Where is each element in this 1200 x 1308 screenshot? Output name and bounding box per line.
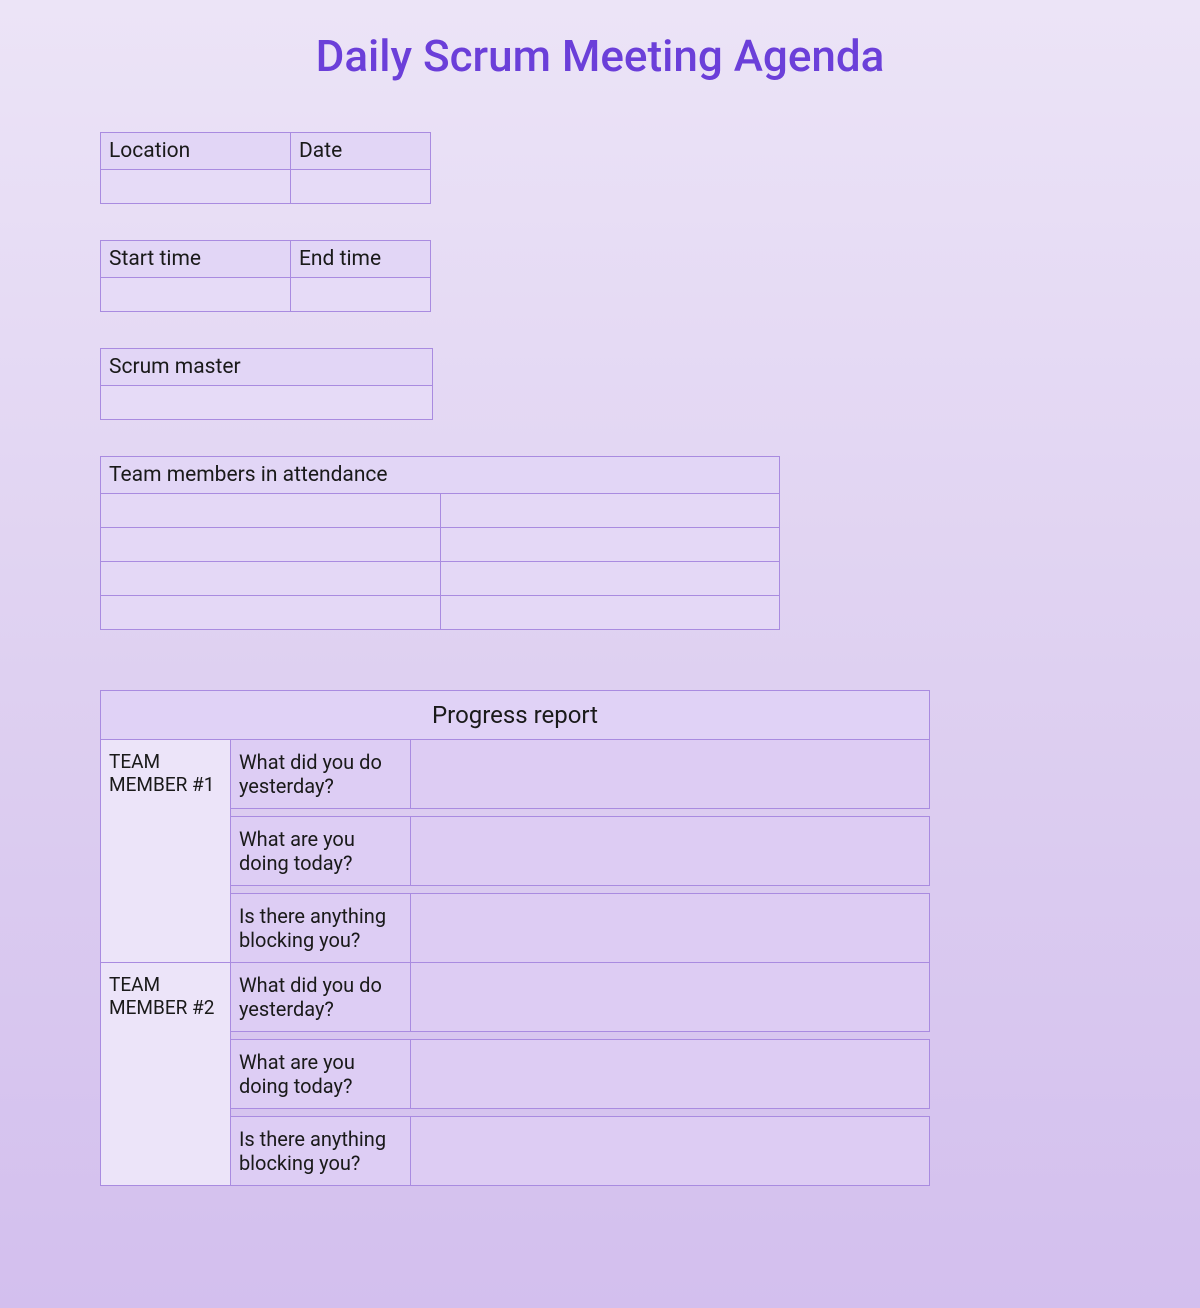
date-label: Date	[291, 133, 431, 170]
progress-question: Is there anything blocking you?	[230, 894, 410, 963]
progress-answer-input[interactable]	[410, 1117, 929, 1186]
progress-answer-input[interactable]	[410, 1040, 929, 1109]
attendance-cell[interactable]	[101, 494, 441, 528]
progress-question: What did you do yesterday?	[230, 740, 410, 809]
attendance-cell[interactable]	[440, 562, 780, 596]
attendance-cell[interactable]	[440, 596, 780, 630]
attendance-table: Team members in attendance	[100, 456, 780, 630]
location-date-table: Location Date	[100, 132, 431, 204]
progress-question: What did you do yesterday?	[230, 963, 410, 1032]
attendance-cell[interactable]	[440, 494, 780, 528]
progress-member-label: TEAM MEMBER #2	[101, 963, 231, 1186]
progress-question: What are you doing today?	[230, 817, 410, 886]
progress-report-title: Progress report	[101, 691, 930, 740]
progress-answer-input[interactable]	[410, 817, 929, 886]
progress-question: What are you doing today?	[230, 1040, 410, 1109]
scrum-master-input[interactable]	[101, 386, 433, 420]
scrum-master-label: Scrum master	[101, 349, 433, 386]
page-title: Daily Scrum Meeting Agenda	[100, 30, 1100, 82]
start-time-label: Start time	[101, 241, 291, 278]
attendance-cell[interactable]	[101, 596, 441, 630]
progress-answer-input[interactable]	[410, 963, 929, 1032]
date-input[interactable]	[291, 170, 431, 204]
progress-report-table: Progress report TEAM MEMBER #1 What did …	[100, 690, 930, 1186]
scrum-master-table: Scrum master	[100, 348, 433, 420]
attendance-cell[interactable]	[101, 528, 441, 562]
progress-answer-input[interactable]	[410, 894, 929, 963]
progress-member-label: TEAM MEMBER #1	[101, 740, 231, 963]
location-input[interactable]	[101, 170, 291, 204]
time-table: Start time End time	[100, 240, 431, 312]
progress-question: Is there anything blocking you?	[230, 1117, 410, 1186]
start-time-input[interactable]	[101, 278, 291, 312]
end-time-label: End time	[291, 241, 431, 278]
end-time-input[interactable]	[291, 278, 431, 312]
attendance-header: Team members in attendance	[101, 457, 780, 494]
attendance-cell[interactable]	[101, 562, 441, 596]
location-label: Location	[101, 133, 291, 170]
progress-answer-input[interactable]	[410, 740, 929, 809]
attendance-cell[interactable]	[440, 528, 780, 562]
